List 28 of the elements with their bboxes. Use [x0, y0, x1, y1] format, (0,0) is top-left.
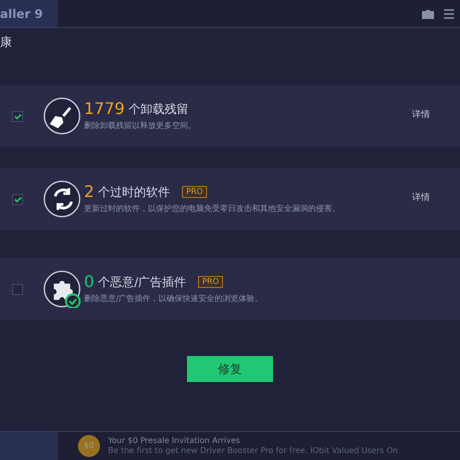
item-description: 删除恶意/广告插件，以确保快速安全的浏览体验。 [84, 293, 264, 305]
details-link[interactable]: 详情 [412, 109, 430, 123]
checkbox[interactable] [12, 110, 23, 122]
sidebar-panel [0, 432, 58, 460]
count: 0 [84, 274, 94, 290]
count: 1779 [84, 101, 125, 117]
item-description: 删除卸载残留以释放更多空间。 [84, 120, 197, 132]
fix-button[interactable]: 修复 [187, 356, 273, 382]
item-title: 个恶意/广告插件 [98, 274, 186, 291]
promo-text: Be the first to get new Driver Booster Pro for free. IObit Valued Users On [108, 446, 398, 456]
section-title: 康 [0, 34, 12, 51]
puzzle-icon [43, 270, 81, 308]
broom-icon [43, 97, 81, 135]
item-description: 更新过时的软件，以保护您的电脑免受零日攻击和其他安全漏洞的侵害。 [84, 203, 341, 215]
checkbox[interactable] [12, 284, 23, 294]
details-link[interactable]: 详情 [412, 192, 430, 206]
count: 2 [84, 184, 94, 200]
pro-badge: PRO [182, 186, 207, 198]
coin-icon: $0 [78, 435, 100, 457]
menu-icon[interactable] [444, 8, 454, 18]
item-title: 个卸载残留 [128, 101, 189, 118]
checkbox[interactable] [12, 194, 23, 204]
item-title: 个过时的软件 [98, 184, 170, 201]
briefcase-icon[interactable] [422, 8, 434, 18]
window-title: aller 9 [0, 6, 43, 22]
promo-title: Your $0 Presale Invitation Arrives [108, 436, 242, 446]
pro-badge: PRO [198, 276, 223, 288]
refresh-icon [43, 180, 81, 218]
